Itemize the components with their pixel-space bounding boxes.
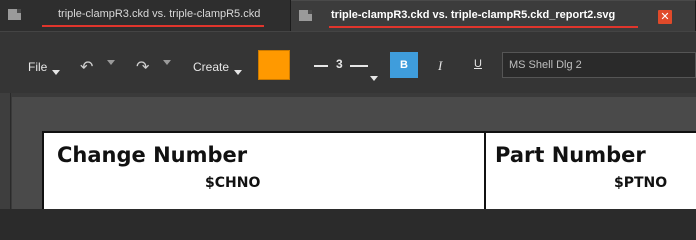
italic-button[interactable]: I [438,58,442,74]
tab-bar: triple-clampR3.ckd vs. triple-clampR5.ck… [0,0,696,31]
part-number-heading: Part Number [495,143,646,167]
change-number-value: $CHNO [205,175,261,191]
create-menu-label: Create [193,60,230,74]
redo-dropdown-icon[interactable] [163,60,171,65]
report-page: Change Number $CHNO Part Number $PTNO [42,131,696,209]
document-canvas[interactable]: Change Number $CHNO Part Number $PTNO [0,93,696,209]
file-menu[interactable]: File [28,60,60,75]
redo-button[interactable]: ↷ [136,57,149,77]
fill-color-swatch[interactable] [258,50,290,80]
stroke-width-value[interactable]: 3 [336,57,343,71]
tab-report-svg[interactable]: triple-clampR3.ckd vs. triple-clampR5.ck… [291,0,696,31]
left-gutter [0,93,11,209]
tab-label: triple-clampR3.ckd vs. triple-clampR5.ck… [331,9,616,21]
tab-label: triple-clampR3.ckd vs. triple-clampR5.ck… [58,8,261,20]
bold-button[interactable]: B [390,52,418,78]
underline-button[interactable]: U [474,58,482,70]
stroke-line-icon [350,65,368,67]
part-number-value: $PTNO [614,175,668,191]
close-tab-icon[interactable]: ✕ [658,10,672,24]
tab-comparison-ckd[interactable]: triple-clampR3.ckd vs. triple-clampR5.ck… [0,0,291,31]
chevron-down-icon [234,70,242,75]
chevron-down-icon [52,70,60,75]
tab-underline [329,26,638,28]
file-menu-label: File [28,60,48,74]
stroke-width-dropdown-icon[interactable] [370,76,378,81]
change-number-heading: Change Number [57,143,248,167]
document-icon [299,10,312,21]
tab-underline [42,25,264,27]
cell-divider [484,133,486,209]
toolbar: File ↶ ↷ Create 3 B I U [0,31,696,93]
document-icon [8,9,21,20]
create-menu[interactable]: Create [193,60,242,75]
font-family-field[interactable] [502,52,696,78]
stroke-line-icon [314,65,328,67]
app-window: triple-clampR3.ckd vs. triple-clampR5.ck… [0,0,696,209]
undo-icon: ↶ [80,59,94,76]
undo-dropdown-icon[interactable] [107,60,115,65]
redo-icon: ↷ [136,59,150,76]
undo-button[interactable]: ↶ [80,57,93,77]
